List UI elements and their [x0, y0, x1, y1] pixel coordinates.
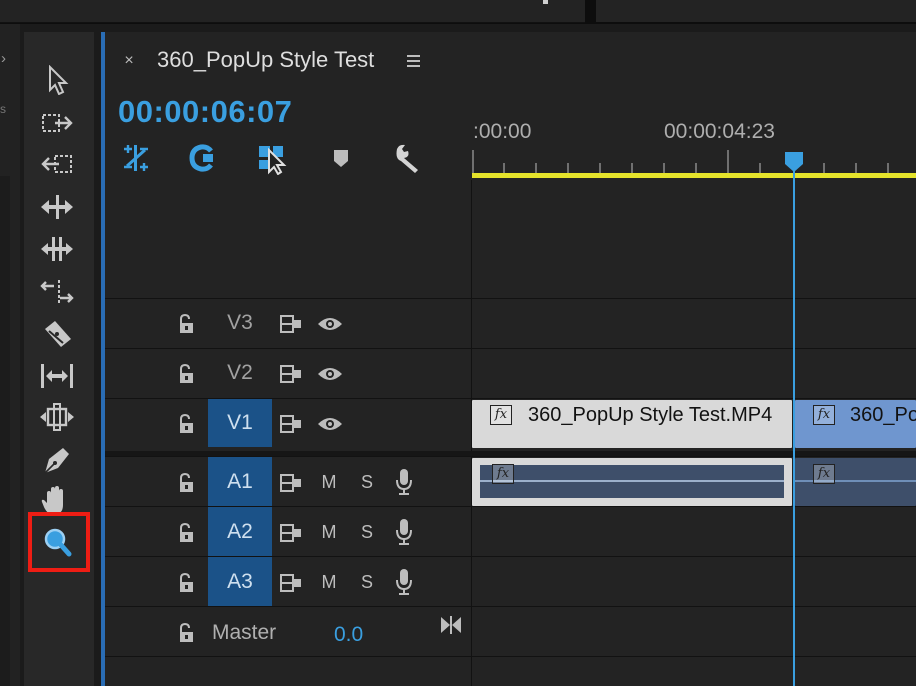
playhead-handle[interactable]: [783, 150, 805, 174]
clip-name: 360_PopUp Style Test.MP4: [528, 404, 773, 426]
microphone-icon[interactable]: [394, 568, 414, 596]
audio-level-line: [480, 480, 784, 482]
mute-button[interactable]: M: [321, 571, 337, 593]
empty-video-space: [105, 180, 471, 298]
top-panel-left: [0, 0, 585, 23]
work-area-bar[interactable]: [472, 173, 916, 178]
master-track-label: Master: [212, 621, 277, 644]
track-name-v3[interactable]: V3: [208, 299, 272, 347]
track-select-forward-icon: [42, 114, 73, 132]
fx-badge[interactable]: fx: [813, 464, 835, 484]
panel-resize-marker: [543, 0, 548, 4]
unlock-icon[interactable]: [177, 622, 195, 644]
mute-button[interactable]: M: [321, 521, 337, 543]
slide-tool[interactable]: [35, 401, 79, 433]
pen-tool[interactable]: [35, 444, 79, 476]
ripple-edit-icon: [41, 195, 73, 219]
unlock-icon[interactable]: [177, 472, 195, 494]
ruler-ticks: [472, 150, 889, 173]
fx-badge[interactable]: fx: [490, 405, 512, 425]
truncated-tab-label: s: [0, 102, 6, 116]
ruler-label-start: :00:00: [473, 120, 532, 143]
playhead-line[interactable]: [793, 160, 795, 686]
hand-icon: [41, 486, 63, 514]
pen-icon: [44, 448, 69, 474]
fx-badge[interactable]: fx: [813, 405, 835, 425]
sequence-tab-title[interactable]: 360_PopUp Style Test: [157, 45, 374, 75]
add-marker-button[interactable]: [323, 141, 359, 175]
master-volume-value[interactable]: 0.0: [334, 622, 363, 648]
track-name-v2[interactable]: V2: [208, 349, 272, 397]
top-panel-right: [596, 0, 916, 22]
track-select-backward-tool[interactable]: [35, 148, 79, 180]
solo-button[interactable]: S: [359, 471, 375, 493]
ruler-label-mid: 00:00:04:23: [664, 120, 775, 143]
playhead-timecode[interactable]: 00:00:06:07: [118, 90, 292, 134]
razor-icon: [45, 321, 71, 347]
linked-selection-button[interactable]: [185, 141, 221, 175]
unlock-icon[interactable]: [177, 572, 195, 594]
timeline-settings-button[interactable]: [390, 141, 426, 175]
rate-stretch-icon: [40, 280, 74, 304]
solo-button[interactable]: S: [359, 571, 375, 593]
sync-lock-icon[interactable]: [279, 364, 303, 384]
unlock-icon[interactable]: [177, 413, 195, 435]
unlock-icon[interactable]: [177, 313, 195, 335]
track-name-v1[interactable]: V1: [208, 399, 272, 447]
project-panel-inner: [0, 176, 10, 686]
linked-selection-icon: [189, 144, 213, 172]
sync-lock-icon[interactable]: [279, 573, 303, 593]
unlock-icon[interactable]: [177, 363, 195, 385]
video-clip-a[interactable]: fx 360_PopUp Style Test.MP4: [472, 400, 792, 448]
fx-badge[interactable]: fx: [492, 464, 514, 484]
track-select-forward-tool[interactable]: [35, 107, 79, 139]
solo-button[interactable]: S: [359, 521, 375, 543]
snap-button[interactable]: [118, 141, 154, 175]
audio-clip-b[interactable]: fx: [795, 458, 916, 506]
eye-icon[interactable]: [317, 365, 343, 383]
rolling-edit-icon: [41, 237, 73, 261]
unlock-icon[interactable]: [177, 522, 195, 544]
sync-lock-icon[interactable]: [279, 523, 303, 543]
sync-lock-icon[interactable]: [279, 414, 303, 434]
microphone-icon[interactable]: [394, 518, 414, 546]
audio-clip-a[interactable]: fx: [472, 458, 792, 506]
slide-icon: [40, 403, 74, 431]
wrench-icon: [396, 144, 418, 173]
add-marker-icon: [334, 150, 348, 167]
slip-tool[interactable]: [35, 360, 79, 392]
slip-icon: [41, 364, 73, 388]
sync-lock-icon[interactable]: [279, 314, 303, 334]
track-name-a3[interactable]: A3: [208, 557, 272, 607]
insert-overwrite-button[interactable]: [254, 141, 290, 175]
eye-icon[interactable]: [317, 315, 343, 333]
insert-overwrite-icon: [259, 146, 287, 175]
mute-button[interactable]: M: [321, 471, 337, 493]
snap-icon: [124, 145, 148, 171]
track-select-backward-icon: [41, 155, 72, 173]
track-name-a2[interactable]: A2: [208, 507, 272, 557]
razor-tool[interactable]: [35, 318, 79, 350]
arrow-cursor-icon: [49, 65, 69, 95]
microphone-icon[interactable]: [394, 468, 414, 496]
selection-tool[interactable]: [35, 64, 79, 96]
rate-stretch-tool[interactable]: [35, 276, 79, 308]
video-clip-b[interactable]: fx 360_PopUp Style Test.MP4: [795, 400, 916, 448]
zoom-tool-highlight: [28, 512, 90, 572]
bowtie-icon[interactable]: [439, 614, 463, 636]
ripple-edit-tool[interactable]: [35, 191, 79, 223]
chevron-right-icon[interactable]: ›: [1, 50, 13, 68]
track-name-a1[interactable]: A1: [208, 457, 272, 507]
panel-menu-icon[interactable]: [405, 50, 423, 72]
rolling-edit-tool[interactable]: [35, 233, 79, 265]
clip-name: 360_PopUp Style Test.MP4: [850, 404, 916, 426]
close-icon[interactable]: ×: [119, 48, 139, 74]
eye-icon[interactable]: [317, 415, 343, 433]
sync-lock-icon[interactable]: [279, 473, 303, 493]
